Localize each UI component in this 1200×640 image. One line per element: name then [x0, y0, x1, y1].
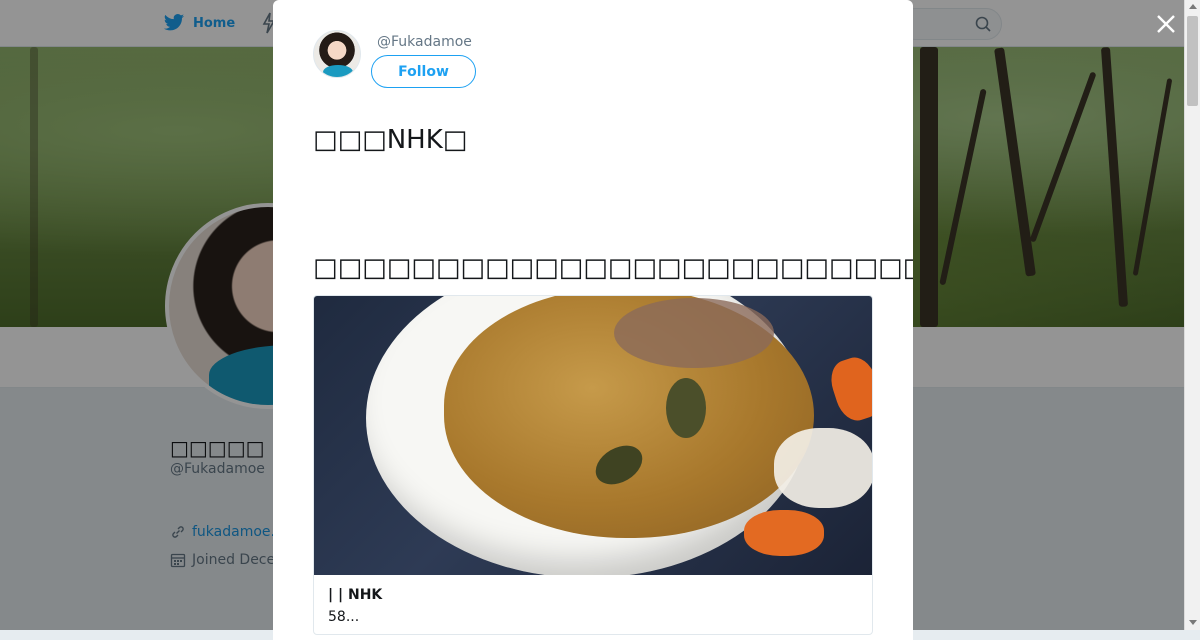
- scroll-down-arrow[interactable]: [1189, 620, 1197, 625]
- food-bowl-image: [366, 296, 872, 575]
- card-description: 58...: [328, 609, 360, 625]
- tweet-modal: @Fukadamoe Follow □□□NHK□ □□□□□□□□□□□□□□…: [273, 0, 913, 640]
- tweet-line: [313, 188, 913, 220]
- card-title[interactable]: | | NHK: [328, 587, 382, 603]
- tweet-line: □□□NHK□: [313, 125, 468, 155]
- author-handle[interactable]: @Fukadamoe: [377, 34, 472, 50]
- close-icon[interactable]: [1154, 12, 1178, 36]
- tweet-line: □□□□□□□□□□□□□□□□□□□□□□□□□□□□□□□□□□□□□□: [313, 253, 913, 283]
- page-scrollbar[interactable]: [1184, 0, 1200, 630]
- follow-button[interactable]: Follow: [371, 55, 476, 88]
- scroll-thumb[interactable]: [1187, 16, 1198, 106]
- link-card[interactable]: | | NHK 58...: [313, 295, 873, 635]
- author-avatar[interactable]: [313, 30, 361, 78]
- scroll-up-arrow[interactable]: [1189, 4, 1197, 9]
- card-image[interactable]: [314, 296, 872, 575]
